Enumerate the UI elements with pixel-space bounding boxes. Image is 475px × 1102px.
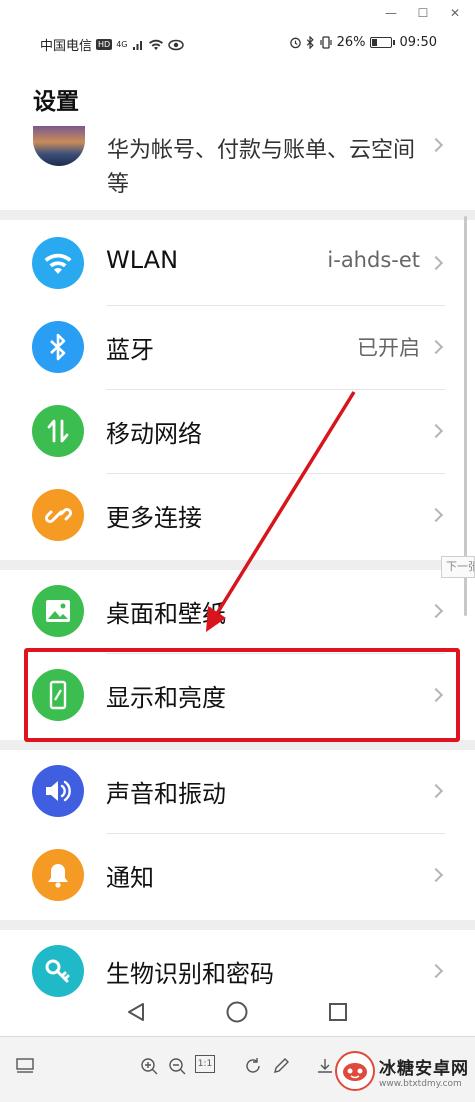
settings-item-sound-vibration[interactable]: 声音和振动 xyxy=(0,750,475,834)
network-gen-label: 4G xyxy=(116,40,128,49)
account-text: 华为帐号、付款与账单、云空间等 xyxy=(107,138,416,197)
settings-item-home-wallpaper[interactable]: 桌面和壁纸 xyxy=(0,570,475,654)
chevron-right-icon xyxy=(428,603,444,619)
vibrate-icon xyxy=(320,36,332,49)
account-row[interactable]: 华为帐号、付款与账单、云空间等 xyxy=(0,126,475,212)
settings-item-label: 声音和振动 xyxy=(106,780,226,808)
phone-screen: 中国电信 HD 4G 26% 09:50 设置 华为帐号、付款与账单、云空间等 … xyxy=(0,26,475,1036)
page-title: 设置 xyxy=(33,89,79,115)
chevron-right-icon xyxy=(428,963,444,979)
navigation-bar xyxy=(0,986,475,1036)
home-icon[interactable] xyxy=(217,994,257,1030)
edit-icon[interactable] xyxy=(270,1055,292,1077)
battery-icon xyxy=(369,37,395,48)
bell-icon xyxy=(32,849,84,901)
settings-item-label: 更多连接 xyxy=(106,504,202,532)
chevron-right-icon xyxy=(428,783,444,799)
chevron-right-icon xyxy=(428,255,444,271)
avatar xyxy=(33,126,85,166)
chevron-right-icon xyxy=(428,867,444,883)
settings-item-label: 桌面和壁纸 xyxy=(106,600,226,628)
watermark-logo-icon xyxy=(335,1051,375,1091)
download-icon[interactable] xyxy=(314,1055,336,1077)
image-icon xyxy=(32,585,84,637)
watermark: 冰糖安卓网 www.btxtdmy.com xyxy=(335,1045,469,1097)
hd-badge: HD xyxy=(96,39,113,50)
window-controls: — ☐ ✕ xyxy=(0,0,475,26)
settings-item-bluetooth[interactable]: 蓝牙 已开启 xyxy=(0,306,475,390)
settings-item-mobile-network[interactable]: 移动网络 xyxy=(0,390,475,474)
recents-icon[interactable] xyxy=(318,994,358,1030)
rotate-icon[interactable] xyxy=(242,1055,264,1077)
actual-size-button[interactable]: 1:1 xyxy=(195,1055,215,1073)
highlight-box xyxy=(24,648,460,742)
settings-item-label: 生物识别和密码 xyxy=(106,960,274,988)
battery-percent: 26% xyxy=(336,35,366,50)
settings-item-value: 已开启 xyxy=(357,336,420,360)
status-bar: 中国电信 HD 4G 26% 09:50 xyxy=(0,35,475,55)
signal-icon xyxy=(132,40,142,50)
settings-item-more-connections[interactable]: 更多连接 xyxy=(0,474,475,558)
thumbnail-icon[interactable] xyxy=(14,1055,36,1077)
section-gap xyxy=(0,920,475,930)
mobile-data-icon xyxy=(32,405,84,457)
maximize-icon[interactable]: ☐ xyxy=(412,3,434,23)
alarm-icon xyxy=(289,37,301,49)
minimize-icon[interactable]: — xyxy=(380,3,402,23)
settings-item-value: i-ahds-et xyxy=(327,248,420,272)
section-gap xyxy=(0,210,475,220)
settings-item-label: WLAN xyxy=(106,246,179,274)
clock: 09:50 xyxy=(399,35,437,50)
wifi-status-icon xyxy=(148,39,163,50)
viewer-toolbar: 1:1 冰糖安卓网 www.btxtdmy.com xyxy=(0,1036,475,1102)
battery-fill xyxy=(371,39,377,46)
sound-icon xyxy=(32,765,84,817)
watermark-url: www.btxtdmy.com xyxy=(379,1078,462,1089)
wifi-icon xyxy=(32,237,84,289)
close-icon[interactable]: ✕ xyxy=(444,3,466,23)
back-icon[interactable] xyxy=(116,994,156,1030)
chevron-right-icon xyxy=(428,507,444,523)
zoom-in-icon[interactable] xyxy=(138,1055,160,1077)
section-gap xyxy=(0,560,475,570)
settings-item-label: 移动网络 xyxy=(106,420,202,448)
link-icon xyxy=(32,489,84,541)
bluetooth-icon xyxy=(32,321,84,373)
settings-item-wlan[interactable]: WLAN i-ahds-et xyxy=(0,222,475,306)
chevron-right-icon xyxy=(428,339,444,355)
eye-icon xyxy=(167,39,184,50)
settings-item-label: 通知 xyxy=(106,864,154,892)
settings-item-notifications[interactable]: 通知 xyxy=(0,834,475,918)
settings-item-label: 蓝牙 xyxy=(106,336,154,364)
bluetooth-status-icon xyxy=(306,36,314,49)
zoom-out-icon[interactable] xyxy=(166,1055,188,1077)
watermark-title: 冰糖安卓网 xyxy=(379,1058,469,1079)
chevron-right-icon xyxy=(428,137,444,153)
carrier-label: 中国电信 xyxy=(40,39,93,54)
chevron-right-icon xyxy=(428,423,444,439)
